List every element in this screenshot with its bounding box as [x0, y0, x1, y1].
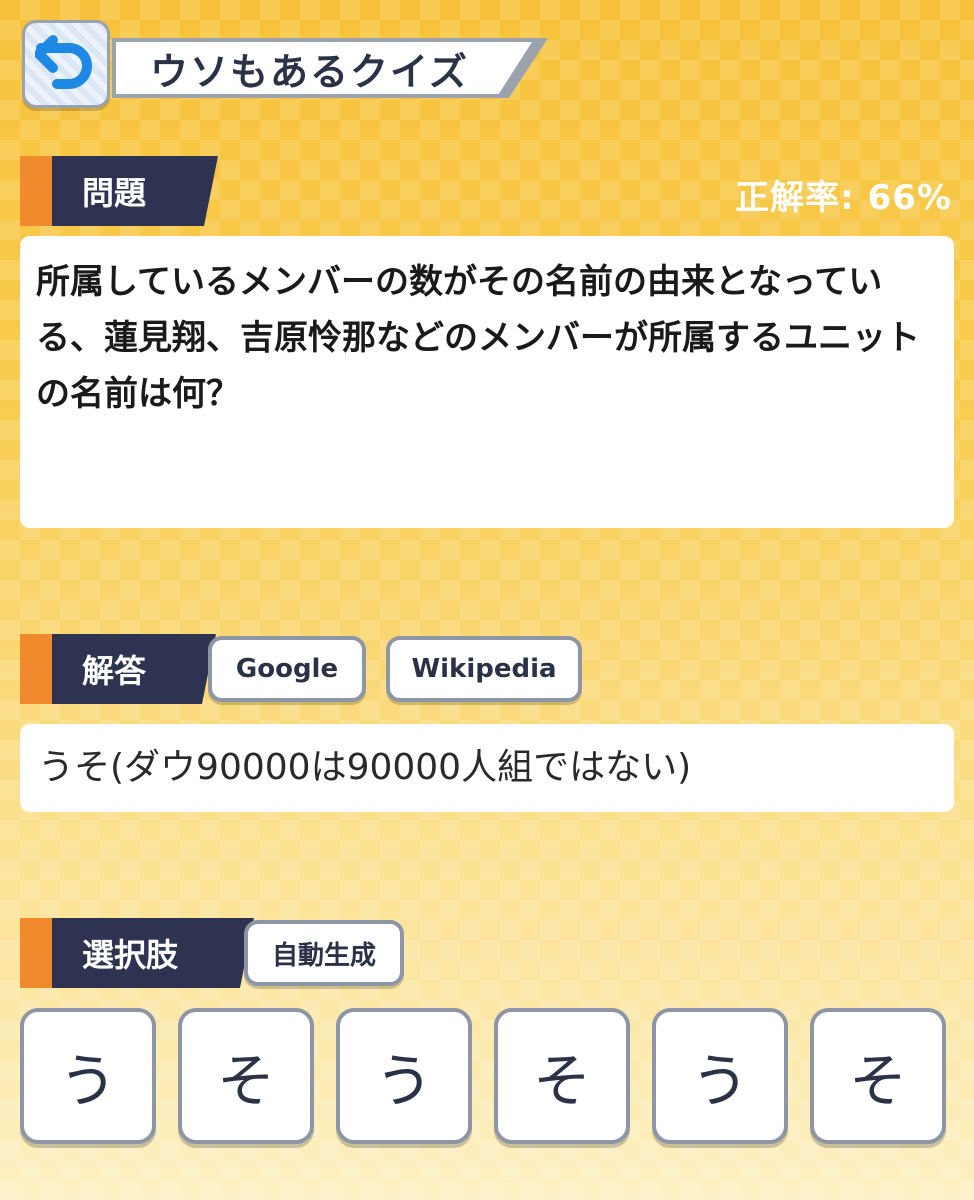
choice-button-3[interactable]: う — [336, 1008, 472, 1144]
header-bar: ウソもあるクイズ — [116, 42, 532, 94]
answer-text: うそ(ダウ90000は90000人組ではない) — [38, 747, 692, 788]
choice-button-4[interactable]: そ — [494, 1008, 630, 1144]
accuracy-rate: 正解率: 66% — [735, 178, 952, 218]
auto-generate-button[interactable]: 自動生成 — [244, 920, 404, 986]
label-accent — [20, 156, 52, 226]
question-label: 問題 — [52, 156, 218, 226]
answer-section-label: 解答 — [20, 634, 216, 704]
label-accent — [20, 634, 52, 704]
answer-card: うそ(ダウ90000は90000人組ではない) — [20, 724, 954, 812]
back-arrow-icon — [34, 34, 97, 94]
choice-button-6[interactable]: そ — [810, 1008, 946, 1144]
choice-button-5[interactable]: う — [652, 1008, 788, 1144]
label-accent — [20, 918, 52, 988]
question-section-label: 問題 — [20, 156, 218, 226]
question-text: 所属しているメンバーの数がその名前の由来となっている、蓮見翔、吉原怜那などのメン… — [36, 262, 920, 414]
choice-row: う そ う そ う そ — [20, 1008, 954, 1144]
choices-section-label: 選択肢 — [20, 918, 254, 988]
page-title: ウソもあるクイズ — [150, 49, 469, 94]
google-button[interactable]: Google — [208, 636, 366, 702]
back-button[interactable] — [22, 20, 110, 108]
choice-button-1[interactable]: う — [20, 1008, 156, 1144]
wikipedia-button[interactable]: Wikipedia — [386, 636, 582, 702]
choice-button-2[interactable]: そ — [178, 1008, 314, 1144]
answer-label: 解答 — [52, 634, 216, 704]
choices-label: 選択肢 — [52, 918, 254, 988]
question-card: 所属しているメンバーの数がその名前の由来となっている、蓮見翔、吉原怜那などのメン… — [20, 236, 954, 528]
